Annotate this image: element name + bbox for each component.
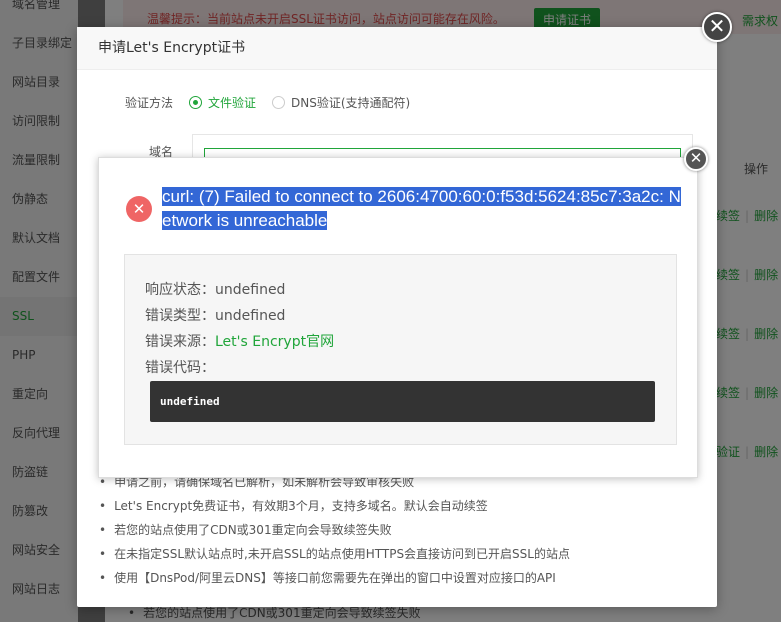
error-message-line-2: etwork is unreachable bbox=[162, 211, 328, 230]
list-item: 使用【DnsPod/阿里云DNS】等接口前您需要先在弹出的窗口中设置对应接口的A… bbox=[99, 570, 570, 594]
error-source-label: 错误来源： bbox=[145, 334, 215, 350]
dns-verify-radio[interactable] bbox=[272, 96, 286, 109]
list-item: 在未指定SSL默认站点时,未开启SSL的站点使用HTTPS会直接访问到已开启SS… bbox=[99, 546, 570, 570]
error-message-line-1: curl: (7) Failed to connect to 2606:4700… bbox=[162, 187, 681, 206]
list-item: 若您的站点使用了CDN或301重定向会导致续签失败 bbox=[99, 522, 570, 546]
list-item: Let's Encrypt免费证书，有效期3个月，支持多域名。默认会自动续签 bbox=[99, 498, 570, 522]
error-close-icon[interactable]: ✕ bbox=[684, 147, 708, 171]
file-verify-option-label[interactable]: 文件验证 bbox=[208, 94, 256, 111]
error-type-line: 错误类型：undefined bbox=[145, 305, 285, 325]
file-verify-radio[interactable] bbox=[189, 96, 203, 109]
modal-close-icon[interactable]: ✕ bbox=[702, 12, 732, 42]
modal-title: 申请Let's Encrypt证书 bbox=[77, 27, 717, 70]
dns-verify-option-label[interactable]: DNS验证(支持通配符) bbox=[291, 94, 410, 111]
error-message: curl: (7) Failed to connect to 2606:4700… bbox=[162, 185, 682, 233]
response-status-line: 响应状态：undefined bbox=[145, 279, 285, 299]
response-status-value: undefined bbox=[215, 282, 286, 298]
error-code-label: 错误代码： bbox=[145, 360, 215, 376]
error-code-line: 错误代码： bbox=[145, 357, 215, 377]
error-source-line: 错误来源：Let's Encrypt官网 bbox=[145, 331, 334, 351]
ssl-notes-list: 申请之前，请确保域名已解析，如未解析会导致审核失败 Let's Encrypt免… bbox=[99, 474, 570, 594]
error-source-link[interactable]: Let's Encrypt官网 bbox=[215, 334, 334, 350]
verify-method-row: 验证方法 文件验证 DNS验证(支持通配符) bbox=[125, 94, 426, 111]
verify-method-label: 验证方法 bbox=[125, 96, 174, 110]
response-status-label: 响应状态： bbox=[145, 282, 215, 298]
error-code-block: undefined bbox=[150, 381, 655, 422]
error-icon: ✕ bbox=[126, 196, 152, 222]
error-type-label: 错误类型： bbox=[145, 308, 215, 324]
error-type-value: undefined bbox=[215, 308, 286, 324]
